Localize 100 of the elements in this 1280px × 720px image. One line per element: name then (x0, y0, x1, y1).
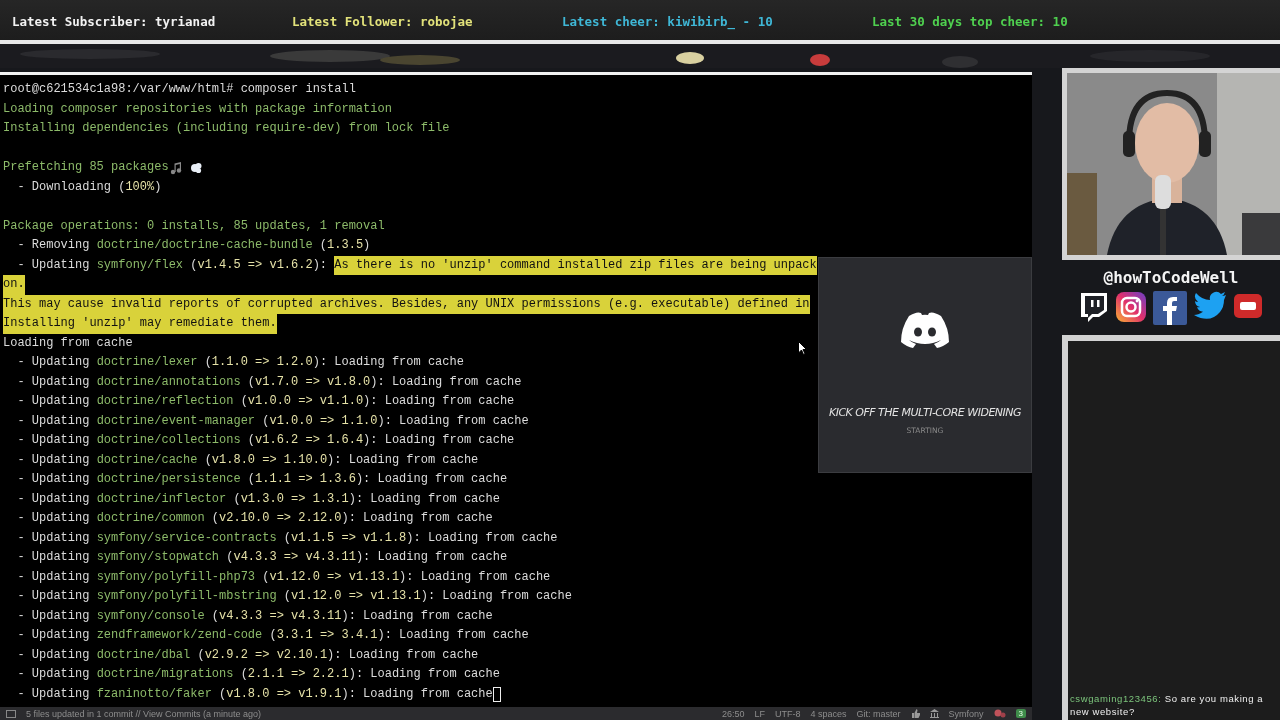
ticker-label: Latest Follower: robojae (292, 14, 473, 29)
version-text: v1.12.0 => v1.13.1 (269, 568, 400, 586)
version-text: v1.8.0 => 1.10.0 (211, 451, 328, 469)
terminal-text: ( (282, 588, 292, 605)
terminal-text: ( (225, 549, 234, 566)
terminal-text: ): Loading from cache (363, 432, 515, 449)
terminal-text: ): Loading from cache (406, 529, 558, 547)
version-text: v4.3.3 => v4.3.11 (219, 607, 342, 625)
terminal-text: ( (239, 393, 248, 410)
terminal-text: ( (196, 646, 205, 664)
terminal-text: - Updating (16, 685, 91, 703)
terminal-text: ( (261, 568, 270, 586)
terminal-text: ( (232, 490, 241, 508)
ticker-label: Latest Subscriber: tyrianad (12, 14, 216, 29)
version-text: 3.3.1 => 3.4.1 (276, 627, 378, 644)
package-name: doctrine/dbal (96, 646, 191, 664)
terminal-text: - Updating (16, 412, 91, 430)
version-text: v1.0.0 => 1.1.0 (269, 412, 378, 430)
puff-icon (188, 160, 203, 175)
terminal-text: ( (189, 256, 198, 274)
terminal-text: - Downloading ( (16, 178, 126, 196)
event-title: KICK OFF THE MULTI-CORE WIDENING (828, 406, 1022, 419)
terminal-text: ): Loading from cache (312, 354, 464, 371)
terminal-text: ) (363, 237, 371, 254)
package-name: doctrine/migrations (96, 666, 234, 683)
terminal-text: ): Loading from cache (341, 607, 493, 625)
terminal-text: - Updating (16, 451, 91, 469)
package-name: doctrine/lexer (96, 354, 198, 371)
text-cursor (492, 686, 501, 702)
terminal-text: ( (246, 471, 256, 488)
version-text: 1.3.5 (327, 237, 364, 254)
package-name: doctrine/persistence (96, 471, 241, 488)
status-item[interactable]: Symfony (948, 708, 984, 719)
ticker-label: Last 30 days top cheer: 10 (872, 14, 1068, 29)
facebook-icon (1153, 291, 1187, 325)
terminal-text: ) (154, 178, 162, 196)
warning-text: This may cause invalid reports of corrupted archives. Besides, any UNIX permissions (e.g. executable) defined in (3, 294, 810, 314)
discord-icon (899, 310, 951, 350)
status-item[interactable]: 26:50 (721, 708, 745, 719)
instagram-icon (1115, 291, 1147, 323)
terminal-text: - Updating (16, 373, 91, 391)
warning-text: Installing 'unzip' may remediate them. (3, 314, 277, 334)
terminal-text: ): Loading from cache (327, 646, 479, 664)
terminal-text: ( (268, 627, 277, 644)
version-text: v1.3.0 => 1.3.1 (240, 490, 349, 508)
version-text: v2.10.0 => 2.12.0 (219, 510, 342, 527)
version-text: v1.12.0 => v1.13.1 (291, 588, 421, 605)
status-item[interactable]: 4 spaces (810, 708, 847, 719)
terminal-text: - Updating (16, 256, 91, 274)
building-icon (929, 709, 939, 718)
terminal-text: - Updating (16, 646, 91, 664)
terminal-text: ): Loading from cache (355, 549, 508, 566)
version-text: v1.0.0 => v1.1.0 (247, 393, 364, 410)
terminal-text: - Updating (16, 471, 91, 488)
version-text: v1.8.0 => v1.9.1 (226, 685, 342, 703)
terminal-text: ( (210, 607, 220, 625)
terminal-text: - Updating (16, 666, 91, 683)
package-name: doctrine/reflection (96, 393, 234, 410)
version-text: v1.6.2 => 1.6.4 (255, 432, 364, 449)
terminal-text: ( (239, 666, 248, 683)
cursor-icon (798, 341, 807, 355)
package-name: symfony/flex (96, 256, 184, 274)
terminal-text: ): Loading from cache (377, 412, 529, 430)
terminal-text: ): Loading from cache (327, 451, 479, 469)
terminal-text: ( (261, 412, 270, 430)
version-text: v1.4.5 => v1.6.2 (197, 256, 313, 274)
warning-text: As there is no 'unzip' command installed zip files are being unpack (334, 255, 817, 275)
version-text: v1.1.5 => v1.1.8 (291, 529, 407, 547)
play-logo-icon (1233, 291, 1263, 321)
thumbs-up-icon (910, 709, 920, 718)
terminal-text: ( (246, 432, 256, 449)
terminal-text: ( (203, 354, 212, 371)
commit-status[interactable]: 5 files updated in 1 commit // View Commits (a minute ago) (26, 708, 261, 719)
terminal-text: ): Loading from cache (377, 627, 529, 644)
ticker-label: Latest cheer: kiwibirb_ - 10 (562, 14, 773, 29)
status-item[interactable]: LF (754, 708, 765, 719)
package-name: doctrine/event-manager (96, 412, 256, 430)
version-text: 100% (125, 178, 155, 196)
terminal-text: - Updating (16, 393, 91, 410)
count-badge: 3 (1015, 709, 1026, 718)
terminal-text: - Updating (16, 588, 91, 605)
terminal-text: - Updating (16, 354, 91, 371)
status-item[interactable]: UTF-8 (775, 708, 801, 719)
package-name: doctrine/annotations (96, 373, 241, 391)
terminal-text: ): Loading from cache (355, 471, 508, 488)
version-text: 1.1.0 => 1.2.0 (211, 354, 313, 371)
terminal-text: ): (312, 256, 329, 274)
package-name: symfony/console (96, 607, 205, 625)
package-name: symfony/polyfill-php73 (96, 568, 256, 586)
package-name: doctrine/doctrine-cache-bundle (96, 237, 313, 254)
terminal-text: - Updating (16, 432, 91, 449)
terminal-text: ): Loading from cache (341, 685, 493, 703)
terminal-text: Prefetching 85 packages (3, 159, 169, 176)
status-item[interactable]: Git: master (856, 708, 901, 719)
terminal-text: ( (210, 510, 220, 527)
terminal-text: - Updating (16, 510, 91, 527)
package-name: doctrine/common (96, 510, 205, 527)
terminal-text: ): Loading from cache (420, 588, 572, 605)
twitch-icon (1079, 291, 1109, 323)
terminal-text: - Updating (16, 607, 91, 625)
